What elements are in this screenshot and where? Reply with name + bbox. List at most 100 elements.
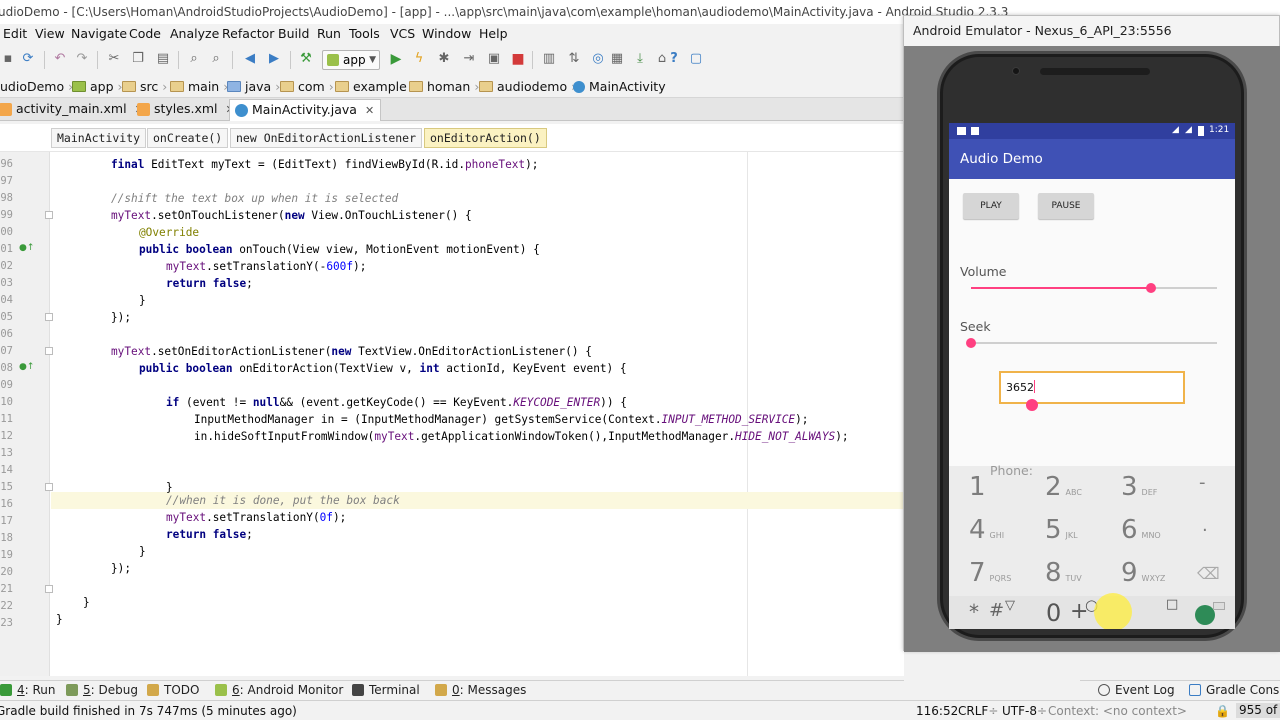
done-key-icon[interactable] [1195, 605, 1215, 625]
menu-tools[interactable]: Tools [349, 26, 380, 41]
breadcrumb-java[interactable]: java › [227, 79, 280, 95]
caret-handle[interactable] [1026, 399, 1038, 411]
key-9[interactable]: 9 WXYZ [1121, 558, 1165, 588]
tips-icon[interactable]: ▢ [688, 51, 704, 67]
key-6[interactable]: 6 MNO [1121, 515, 1161, 545]
run-icon[interactable]: ▶ [388, 51, 404, 67]
coverage-icon[interactable]: ▣ [486, 51, 502, 67]
seek-slider[interactable] [966, 338, 1217, 348]
crumb-mainactivity[interactable]: MainActivity [51, 128, 147, 148]
line-separator[interactable]: CRLF÷ [958, 704, 998, 718]
pause-button[interactable]: PAUSE [1038, 193, 1094, 219]
breadcrumb-homan[interactable]: homan › [409, 79, 479, 95]
breadcrumb-example[interactable]: example› [335, 79, 416, 95]
menu-analyze[interactable]: Analyze [170, 26, 219, 41]
volume-slider-thumb[interactable] [1145, 283, 1156, 293]
tool-event-log[interactable]: Event Log [1098, 683, 1175, 697]
crumb-oneditoraction[interactable]: onEditorAction() [424, 128, 547, 148]
fold-marker[interactable] [45, 483, 53, 491]
key-dot[interactable]: . [1202, 515, 1208, 536]
tool-messages[interactable]: 0: Messages [435, 683, 526, 697]
memory-indicator[interactable]: 955 of 1 [1236, 703, 1280, 718]
crumb-oncreate[interactable]: onCreate() [147, 128, 229, 148]
tab-mainactivity-java[interactable]: MainActivity.java ✕ [229, 99, 382, 121]
android-device-monitor-icon[interactable]: ◎ [590, 51, 606, 67]
help-icon[interactable]: ? [666, 51, 682, 67]
lock-icon[interactable]: 🔒 [1215, 704, 1230, 718]
override-marker-icon[interactable]: ●↑ [19, 244, 34, 253]
menu-navigate[interactable]: Navigate [71, 26, 127, 41]
copy-icon[interactable]: ❐ [130, 51, 146, 67]
key-3[interactable]: 3 DEF [1121, 472, 1157, 502]
menu-vcs[interactable]: VCS [390, 26, 415, 41]
menu-run[interactable]: Run [317, 26, 341, 41]
device-screen[interactable]: ◢ ◢ 1:21 Audio Demo PLAY PAUSE Volume Se… [949, 123, 1235, 629]
menu-code[interactable]: Code [129, 26, 161, 41]
run-config-select[interactable]: app ▼ [322, 50, 380, 70]
tab-activity-main-xml[interactable]: activity_main.xml✕ [0, 99, 150, 121]
breadcrumb-project[interactable]: udioDemo › [0, 79, 73, 95]
key-5[interactable]: 5 JKL [1045, 515, 1078, 545]
override-marker-icon[interactable]: ●↑ [19, 363, 34, 372]
debug-icon[interactable]: ✱ [436, 51, 452, 67]
key-dash[interactable]: - [1199, 472, 1206, 493]
seek-slider-thumb[interactable] [966, 338, 976, 348]
play-button[interactable]: PLAY [963, 193, 1019, 219]
menu-build[interactable]: Build [278, 26, 309, 41]
menu-edit[interactable]: Edit [3, 26, 27, 41]
undo-icon[interactable]: ↶ [52, 51, 68, 67]
breadcrumb-com[interactable]: com › [280, 79, 334, 95]
recents-nav-icon[interactable]: □ [1166, 597, 1178, 612]
sdk-manager-icon[interactable]: ⤓ [632, 51, 648, 67]
key-hash[interactable]: # [989, 600, 1004, 621]
find-icon[interactable]: ⌕ [186, 51, 202, 67]
sync-icon[interactable]: ⟳ [20, 51, 36, 67]
tool-todo[interactable]: TODO [147, 683, 199, 697]
key-1[interactable]: 1 [969, 472, 990, 502]
tool-debug[interactable]: 5: Debug [66, 683, 138, 697]
key-4[interactable]: 4 GHI [969, 515, 1004, 545]
instant-run-icon[interactable]: ϟ [411, 51, 427, 67]
fold-marker[interactable] [45, 585, 53, 593]
key-star[interactable]: * [969, 600, 979, 624]
fold-marker[interactable] [45, 211, 53, 219]
tool-android-monitor[interactable]: 6: Android Monitor [215, 683, 343, 697]
stop-icon[interactable]: ■ [510, 51, 526, 67]
tab-styles-xml[interactable]: styles.xml✕ [132, 99, 241, 121]
menu-view[interactable]: View [35, 26, 65, 41]
menu-refactor[interactable]: Refactor [222, 26, 274, 41]
breadcrumb-src[interactable]: src › [122, 79, 167, 95]
make-project-icon[interactable]: ⚒ [298, 51, 314, 67]
fold-marker[interactable] [45, 313, 53, 321]
back-icon[interactable]: ◀ [242, 51, 258, 67]
key-2[interactable]: 2 ABC [1045, 472, 1082, 502]
cut-icon[interactable]: ✂ [106, 51, 122, 67]
save-icon[interactable]: ▪ [0, 51, 16, 67]
breadcrumb-mainactivity[interactable]: MainActivity [573, 79, 666, 95]
project-structure-icon[interactable]: ▦ [609, 51, 625, 67]
forward-icon[interactable]: ▶ [266, 51, 282, 67]
key-0[interactable]: 0 [1046, 599, 1061, 627]
breadcrumb-app[interactable]: app › [72, 79, 123, 95]
tool-gradle-console[interactable]: Gradle Console [1189, 683, 1280, 697]
context-indicator[interactable]: Context: <no context> [1048, 704, 1187, 718]
fold-marker[interactable] [45, 347, 53, 355]
avd-manager-icon[interactable]: ▥ [541, 51, 557, 67]
back-nav-icon[interactable]: ▽ [1005, 598, 1015, 613]
breadcrumb-audiodemo[interactable]: audiodemo› [479, 79, 576, 95]
key-7[interactable]: 7 PQRS [969, 558, 1011, 588]
menu-window[interactable]: Window [422, 26, 471, 41]
breadcrumb-main[interactable]: main › [170, 79, 228, 95]
redo-icon[interactable]: ↷ [74, 51, 90, 67]
phone-text-input[interactable]: 3652 [999, 371, 1185, 404]
menu-help[interactable]: Help [479, 26, 508, 41]
key-8[interactable]: 8 TUV [1045, 558, 1082, 588]
tool-terminal[interactable]: Terminal [352, 683, 420, 697]
file-encoding[interactable]: UTF-8÷ [1002, 704, 1047, 718]
replace-icon[interactable]: ⌕ [208, 51, 224, 67]
close-icon[interactable]: ✕ [365, 104, 374, 117]
paste-icon[interactable]: ▤ [155, 51, 171, 67]
crumb-new-oneditoractionlistener[interactable]: new OnEditorActionListener [230, 128, 423, 148]
key-backspace[interactable]: ⌫ [1197, 564, 1220, 583]
caret-position[interactable]: 116:52 [916, 704, 958, 718]
